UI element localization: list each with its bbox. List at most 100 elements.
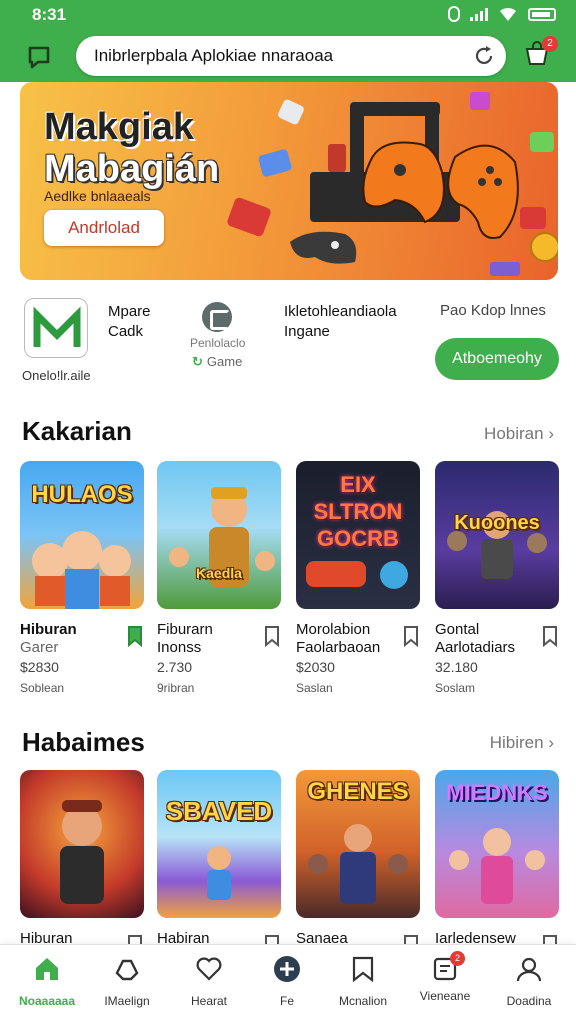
app-screen: 8:31 Inibrlerpbala Aplokiae nnaraoaa 2 M… (0, 0, 576, 1024)
app-description: Ikletohleandiaola Ingane (284, 302, 434, 342)
category-type: ↻ Game (192, 354, 242, 370)
profile-icon (516, 957, 542, 982)
app-desc-line2: Ingane (284, 323, 330, 340)
thumbnail-art (207, 846, 231, 900)
search-text[interactable]: Inibrlerpbala Aplokiae nnaraoaa (94, 46, 333, 66)
game-thumbnail[interactable]: HULAOS (20, 461, 144, 609)
logo-m-icon (33, 306, 81, 347)
bottom-navigation: Noaaaaaa IMaelign Hearat Fe Mcnalion 2 V… (0, 944, 576, 1024)
refresh-icon[interactable] (472, 44, 496, 68)
app-logo-caption: Onelo!lr.aile (22, 368, 91, 383)
thumbnail-title: SBAVED (165, 796, 273, 826)
bookmark-icon[interactable] (126, 625, 144, 647)
nav-label: Hearat (190, 994, 228, 1008)
category-icon (202, 302, 232, 332)
category-type-text: Game (206, 354, 243, 369)
banner-title-line2: Mabagián (44, 148, 220, 190)
banner-illustration (227, 92, 558, 276)
category-label: Penlolaclo (190, 336, 246, 350)
game-card[interactable]: GHENES Sanaea (296, 770, 420, 956)
nav-item-favorites[interactable]: Hearat (168, 955, 250, 1008)
bookmark-icon[interactable] (402, 625, 420, 647)
game-card[interactable]: EIX SLTRON GOCRB Morolabion Faolarbaoan … (296, 461, 420, 695)
nav-label: Fe (279, 994, 294, 1008)
bookmark-icon[interactable] (541, 625, 559, 647)
status-bar: 8:31 (0, 0, 576, 30)
game-meta: 9ribran (157, 681, 195, 695)
game-card[interactable]: Hiburan (20, 770, 144, 956)
install-button[interactable]: Atboemeohy (435, 338, 559, 380)
heart-icon (196, 957, 222, 981)
game-card[interactable]: MIEDNKS Iarledensew (435, 770, 559, 956)
banner-title-line1: Makgiak (44, 106, 194, 148)
game-card[interactable]: Kaedla Fiburarn Inonss 2.730 9ribran (157, 461, 281, 695)
thumbnail-title: GHENES (307, 778, 409, 805)
section1-more-text[interactable]: Hobiran (484, 424, 544, 443)
search-bar[interactable]: Inibrlerpbala Aplokiae nnaraoaa (76, 36, 506, 76)
chevron-right-icon: › (548, 733, 554, 752)
bookmark-icon[interactable] (263, 625, 281, 647)
app-name-line2: Cadk (108, 323, 144, 340)
controller-icon (115, 959, 139, 981)
game-meta: Saslan (296, 681, 333, 695)
wifi-icon (500, 7, 516, 21)
thumbnail-art (169, 487, 275, 587)
nav-item-library[interactable]: Mcnalion (322, 955, 404, 1008)
section2-title: Habaimes (22, 727, 145, 757)
game-name: Morolabion Faolarbaoan (296, 621, 396, 657)
thumbnail-title: Kuoones Games (454, 512, 540, 534)
game-price: 32.180 (435, 659, 478, 675)
chat-icon[interactable] (24, 42, 54, 72)
game-price: $2030 (296, 659, 335, 675)
nav-item-games[interactable]: IMaelign (86, 955, 168, 1008)
game-name-line1: Morolabion (296, 621, 371, 638)
app-info-row: Onelo!lr.aile Mpare Cadk Penlolaclo ↻ Gam… (0, 290, 576, 390)
promo-banner[interactable]: Makgiak Mabagián Aedlke bnlaaeals Andrlo… (20, 82, 558, 280)
app-name-line1: Mpare (108, 303, 151, 320)
banner-button[interactable]: Andrlolad (44, 210, 164, 246)
game-thumbnail[interactable] (20, 770, 144, 918)
game-name: Hiburan Garer (20, 621, 120, 657)
nav-item-profile[interactable]: Doadina (488, 955, 570, 1008)
game-name: Gontal Aarlotadiars (435, 621, 535, 657)
game-thumbnail[interactable]: Kaedla (157, 461, 281, 609)
game-name-line1: Hiburan (20, 621, 77, 638)
section1-title: Kakarian (22, 416, 132, 446)
game-thumbnail[interactable]: GHENES (296, 770, 420, 918)
game-name-line2: Inonss (157, 639, 202, 656)
thumbnail-title: HULAOS (31, 481, 133, 508)
thumbnail-title: EIX SLTRON GOCRB (313, 472, 403, 551)
game-name-line2: Aarlotadiars (435, 639, 516, 656)
cart-button[interactable]: 2 (522, 36, 558, 70)
nav-item-notifications[interactable]: 2 Vieneane (404, 951, 486, 1003)
game-price: $2830 (20, 659, 59, 675)
battery-icon (528, 7, 556, 21)
game-thumbnail[interactable]: EIX SLTRON GOCRB (296, 461, 420, 609)
gamepad-icon (274, 956, 300, 982)
notification-icon: 2 (431, 951, 465, 983)
signal-icon (470, 7, 488, 21)
section1-more-link[interactable]: Hobiran › (484, 424, 554, 444)
game-thumbnail[interactable]: MIEDNKS (435, 770, 559, 918)
section2-more-link[interactable]: Hibiren › (490, 733, 554, 753)
nav-item-home[interactable]: Noaaaaaa (6, 955, 88, 1008)
game-card[interactable]: HULAOS Hiburan Garer $2830 Soblean (20, 461, 144, 695)
chevron-right-icon: › (548, 424, 554, 443)
thumbnail-title: Kaedla (196, 565, 242, 581)
thumbnail-art (60, 800, 104, 904)
game-name-line2: Faolarbaoan (296, 639, 381, 656)
app-logo[interactable] (24, 298, 88, 358)
game-name-line1: Fiburarn (157, 621, 213, 638)
nav-label: Doadina (506, 994, 552, 1008)
game-name-line2: Garer (20, 639, 59, 656)
section2-more-text[interactable]: Hibiren (490, 733, 544, 752)
game-thumbnail[interactable]: Kuoones Games (435, 461, 559, 609)
game-thumbnail[interactable]: SBAVED (157, 770, 281, 918)
game-card[interactable]: SBAVED Habiran (157, 770, 281, 956)
nav-item-play[interactable]: Fe (246, 955, 328, 1008)
nav-label: Vieneane (419, 989, 471, 1003)
game-name: Fiburarn Inonss (157, 621, 257, 657)
game-card[interactable]: Kuoones Games Gontal Aarlotadiars 32.180… (435, 461, 559, 695)
app-hint: Pao Kdop lnnes (440, 302, 546, 319)
notification-badge: 2 (450, 951, 465, 966)
